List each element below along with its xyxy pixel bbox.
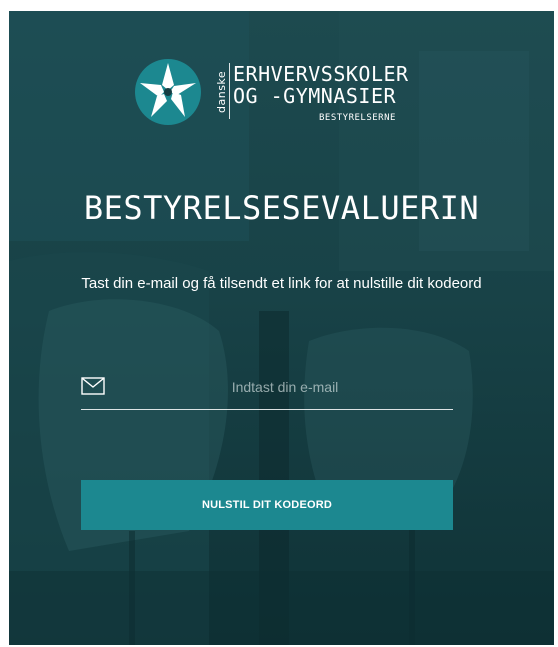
envelope-icon: [81, 377, 105, 395]
email-field-row: [81, 369, 453, 410]
reset-password-button[interactable]: NULSTIL DIT KODEORD: [81, 480, 453, 530]
instruction-text: Tast din e-mail og få tilsendt et link f…: [81, 275, 482, 292]
star-logo-icon: [135, 59, 201, 125]
logo-line-3: BESTYRELSERNE: [319, 113, 396, 123]
logo-divider: [229, 63, 230, 119]
page-title: BESTYRELSESEVALUERIN: [83, 189, 480, 227]
login-screen: danske ERHVERVSSKOLER OG -GYMNASIER BEST…: [9, 11, 554, 645]
logo-line-2: OG -GYMNASIER: [233, 84, 397, 108]
brand-logo: danske ERHVERVSSKOLER OG -GYMNASIER BEST…: [133, 55, 408, 131]
logo-line-1: ERHVERVSSKOLER: [233, 62, 409, 86]
email-input[interactable]: [117, 371, 453, 403]
